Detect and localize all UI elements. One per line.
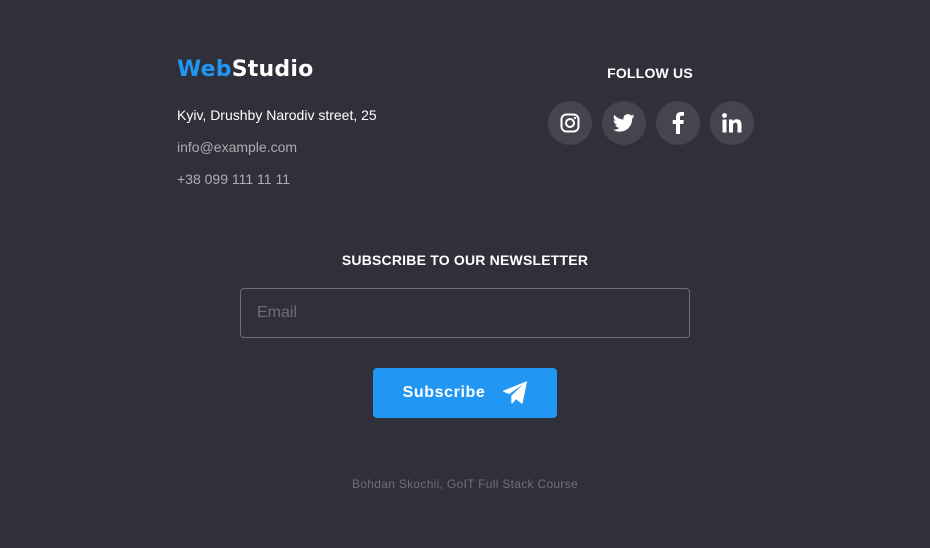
subscribe-button[interactable]: Subscribe — [373, 368, 557, 418]
email-link[interactable]: info@example.com — [177, 138, 297, 156]
logo-studio: Studio — [231, 57, 314, 82]
instagram-icon — [560, 113, 580, 133]
follow-us-title: FOLLOW US — [607, 65, 693, 81]
social-list — [548, 101, 754, 145]
facebook-button[interactable] — [656, 101, 700, 145]
newsletter-email-input[interactable] — [240, 288, 690, 338]
instagram-button[interactable] — [548, 101, 592, 145]
newsletter-title: SUBSCRIBE TO OUR NEWSLETTER — [341, 252, 589, 268]
linkedin-button[interactable] — [710, 101, 754, 145]
phone-link[interactable]: +38 099 111 11 11 — [177, 170, 290, 188]
address-link[interactable]: Kyiv, Drushby Narodiv street, 25 — [177, 106, 377, 124]
twitter-icon — [613, 114, 635, 132]
footer: WebStudio Kyiv, Drushby Narodiv street, … — [0, 0, 930, 548]
facebook-icon — [672, 112, 684, 134]
logo-web: Web — [177, 57, 232, 82]
twitter-button[interactable] — [602, 101, 646, 145]
paper-plane-icon — [503, 381, 528, 404]
linkedin-icon — [722, 113, 742, 133]
copyright: Bohdan Skochii, GoIT Full Stack Course — [352, 477, 578, 491]
subscribe-button-label: Subscribe — [402, 384, 486, 401]
logo[interactable]: WebStudio — [177, 56, 313, 84]
